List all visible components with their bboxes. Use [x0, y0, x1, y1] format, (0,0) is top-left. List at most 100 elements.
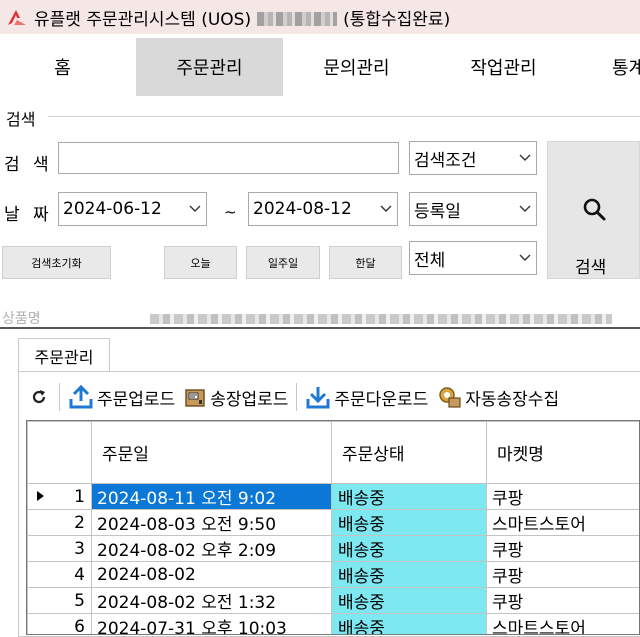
order-grid: 주문일 주문상태 마켓명 1 2024-08-11 오전 9:02 배송중 쿠팡… — [26, 420, 640, 635]
market-name-cell[interactable]: 스마트스토어 — [486, 509, 639, 536]
order-download-label: 주문다운로드 — [334, 389, 429, 410]
one-month-button[interactable]: 한달 — [329, 246, 402, 279]
order-date-cell[interactable]: 2024-08-03 오전 9:50 — [91, 509, 332, 536]
date-to-picker[interactable]: 2024-08-12 — [248, 192, 398, 226]
search-condition-select[interactable]: 검색조건 — [409, 141, 537, 175]
table-row[interactable]: 3 2024-08-02 오후 2:09 배송중 쿠팡 — [27, 535, 639, 562]
grid-header-row: 주문일 주문상태 마켓명 — [27, 421, 639, 484]
invoice-box-icon — [185, 389, 205, 407]
invoice-upload-button[interactable]: 송장업로드 — [179, 378, 292, 416]
row-number-value: 1 — [74, 486, 85, 507]
row-number[interactable]: 2 — [27, 509, 92, 536]
window-title-prefix: 유플랫 주문관리시스템 (UOS) — [34, 9, 252, 30]
reset-search-button[interactable]: 검색초기화 — [2, 246, 111, 279]
search-button[interactable]: 검색 — [547, 141, 640, 279]
main-menu: 홈 주문관리 문의관리 작업관리 통계 — [0, 38, 640, 96]
order-status-cell[interactable]: 배송중 — [331, 483, 487, 510]
menu-tab-tasks[interactable]: 작업관리 — [430, 38, 577, 96]
order-status-cell[interactable]: 배송중 — [331, 535, 487, 562]
row-number[interactable]: 1 — [27, 483, 92, 510]
chevron-down-icon — [184, 193, 206, 225]
market-name-cell[interactable]: 스마트스토어 — [486, 613, 639, 634]
one-week-button[interactable]: 일주일 — [246, 246, 320, 279]
date-type-value: 등록일 — [414, 201, 461, 222]
order-status-cell[interactable]: 배송중 — [331, 509, 487, 536]
column-header-order-status[interactable]: 주문상태 — [331, 421, 487, 484]
app-logo-icon — [8, 10, 26, 25]
scope-select[interactable]: 전체 — [409, 241, 537, 275]
scope-value: 전체 — [414, 250, 446, 271]
keyword-input[interactable] — [58, 142, 399, 174]
order-status-cell[interactable]: 배송중 — [331, 561, 487, 588]
window-title-suffix: (통합수집완료) — [343, 9, 451, 30]
menu-tab-inquiries-label: 문의관리 — [323, 58, 390, 79]
toolbar-separator — [59, 383, 60, 411]
order-upload-label: 주문업로드 — [97, 389, 176, 410]
today-button[interactable]: 오늘 — [164, 246, 237, 279]
row-header-corner — [27, 421, 92, 484]
refresh-button[interactable] — [26, 378, 55, 416]
column-header-market-name[interactable]: 마켓명 — [486, 421, 639, 484]
tab-order-management[interactable]: 주문관리 — [18, 338, 110, 372]
search-condition-value: 검색조건 — [414, 150, 477, 171]
chevron-down-icon — [514, 142, 536, 174]
order-date-cell[interactable]: 2024-07-31 오후 10:03 — [91, 613, 332, 634]
keyword-label: 검 색 — [4, 155, 53, 175]
row-number[interactable]: 6 — [27, 613, 92, 634]
chevron-down-icon — [514, 193, 536, 225]
refresh-icon — [32, 390, 46, 404]
date-from-value: 2024-06-12 — [63, 199, 162, 219]
menu-tab-stats-label: 통계 — [612, 58, 640, 79]
upload-icon — [69, 384, 93, 409]
download-icon — [306, 387, 330, 409]
section-divider — [0, 327, 640, 329]
order-date-cell[interactable]: 2024-08-02 — [91, 561, 332, 588]
obscured-filter-row: 상품명 — [0, 300, 640, 330]
order-date-cell[interactable]: 2024-08-02 오후 2:09 — [91, 535, 332, 562]
order-status-cell[interactable]: 배송중 — [331, 613, 487, 634]
order-date-cell[interactable]: 2024-08-02 오전 1:32 — [91, 587, 332, 614]
window-titlebar: 유플랫 주문관리시스템 (UOS) (통합수집완료) — [0, 0, 640, 34]
date-type-select[interactable]: 등록일 — [409, 192, 537, 226]
invoice-upload-label: 송장업로드 — [210, 389, 289, 410]
column-header-order-date[interactable]: 주문일 — [91, 421, 332, 484]
date-to-value: 2024-08-12 — [253, 199, 352, 219]
menu-tab-stats[interactable]: 통계 — [590, 38, 640, 96]
menu-tab-orders-label: 주문관리 — [176, 58, 243, 79]
market-name-cell[interactable]: 쿠팡 — [486, 535, 639, 562]
order-download-button[interactable]: 주문다운로드 — [301, 378, 432, 416]
window-title: 유플랫 주문관리시스템 (UOS) (통합수집완료) — [34, 5, 450, 30]
menu-tab-orders[interactable]: 주문관리 — [136, 38, 283, 96]
order-toolbar: 주문업로드 송장업로드 주문다운로드 자동송장수집 — [26, 378, 563, 416]
menu-tab-home[interactable]: 홈 — [0, 38, 125, 96]
table-row[interactable]: 6 2024-07-31 오후 10:03 배송중 스마트스토어 — [27, 613, 639, 634]
date-range-separator: ~ — [224, 203, 237, 221]
search-group-title: 검색 — [6, 110, 36, 129]
table-row[interactable]: 1 2024-08-11 오전 9:02 배송중 쿠팡 — [27, 483, 639, 510]
market-name-cell[interactable]: 쿠팡 — [486, 483, 639, 510]
auto-invoice-collect-label: 자동송장수집 — [465, 389, 560, 410]
search-icon — [583, 198, 606, 221]
search-button-label: 검색 — [575, 258, 607, 278]
market-name-cell[interactable]: 쿠팡 — [486, 561, 639, 588]
row-number[interactable]: 5 — [27, 587, 92, 614]
table-row[interactable]: 4 2024-08-02 배송중 쿠팡 — [27, 561, 639, 588]
date-label: 날 짜 — [4, 205, 53, 225]
table-row[interactable]: 5 2024-08-02 오전 1:32 배송중 쿠팡 — [27, 587, 639, 614]
order-date-cell[interactable]: 2024-08-11 오전 9:02 — [91, 483, 332, 510]
date-from-picker[interactable]: 2024-06-12 — [58, 192, 207, 226]
order-upload-button[interactable]: 주문업로드 — [64, 378, 179, 416]
redacted-account-name — [257, 11, 338, 26]
current-row-indicator-icon — [37, 491, 44, 501]
row-number[interactable]: 3 — [27, 535, 92, 562]
row-number[interactable]: 4 — [27, 561, 92, 588]
market-name-cell[interactable]: 쿠팡 — [486, 587, 639, 614]
chevron-down-icon — [514, 242, 536, 274]
auto-invoice-collect-button[interactable]: 자동송장수집 — [432, 378, 563, 416]
order-status-cell[interactable]: 배송중 — [331, 587, 487, 614]
product-name-label: 상품명 — [2, 311, 41, 327]
menu-tab-inquiries[interactable]: 문의관리 — [283, 38, 430, 96]
table-row[interactable]: 2 2024-08-03 오전 9:50 배송중 스마트스토어 — [27, 509, 639, 536]
auto-collect-icon — [439, 387, 461, 408]
redacted-content — [150, 314, 612, 324]
